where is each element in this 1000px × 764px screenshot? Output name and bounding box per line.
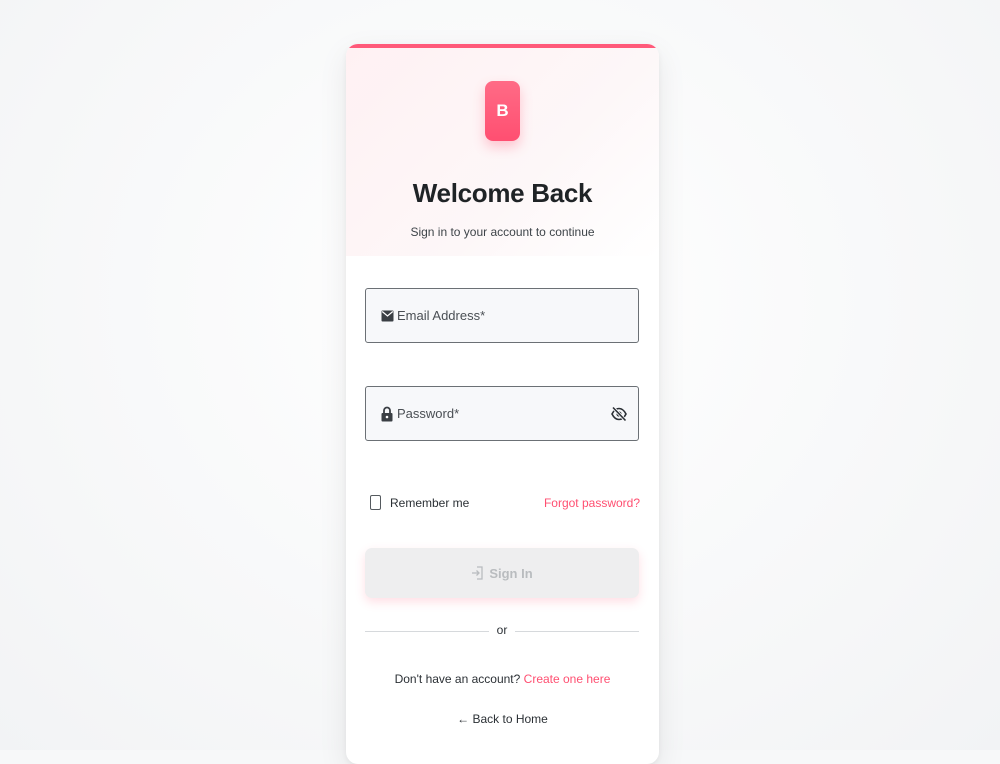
page-subtitle: Sign in to your account to continue bbox=[410, 225, 595, 239]
signup-prompt: Don't have an account? Create one here bbox=[346, 672, 659, 686]
eye-off-icon[interactable] bbox=[610, 405, 628, 423]
create-account-link[interactable]: Create one here bbox=[524, 672, 611, 686]
back-to-home[interactable]: ← Back to Home bbox=[346, 712, 659, 726]
password-input[interactable] bbox=[397, 406, 597, 421]
divider-line-right bbox=[515, 631, 639, 632]
sign-in-label: Sign In bbox=[489, 565, 533, 581]
brand-logo-letter: B bbox=[496, 101, 509, 120]
envelope-icon bbox=[380, 308, 394, 324]
forgot-password-link[interactable]: Forgot password? bbox=[544, 496, 640, 510]
page-title: Welcome Back bbox=[412, 178, 593, 208]
email-field[interactable] bbox=[365, 288, 639, 343]
or-divider: or bbox=[365, 623, 639, 637]
login-card: B Welcome Back Sign in to your account t… bbox=[346, 44, 659, 764]
card-header: B Welcome Back Sign in to your account t… bbox=[346, 48, 659, 256]
back-arrow-icon: ← bbox=[457, 712, 470, 726]
brand-logo: B bbox=[485, 81, 520, 141]
lock-icon bbox=[380, 406, 394, 422]
back-to-home-link[interactable]: Back to Home bbox=[472, 712, 547, 726]
signup-prompt-text: Don't have an account? bbox=[394, 672, 521, 686]
remember-me-checkbox[interactable] bbox=[370, 495, 381, 510]
remember-me-label: Remember me bbox=[390, 495, 470, 510]
sign-in-button[interactable]: Sign In bbox=[365, 548, 639, 598]
password-field[interactable] bbox=[365, 386, 639, 441]
remember-me[interactable]: Remember me bbox=[370, 495, 469, 510]
email-input[interactable] bbox=[397, 308, 597, 323]
login-icon bbox=[471, 566, 483, 580]
divider-label: or bbox=[496, 623, 508, 637]
